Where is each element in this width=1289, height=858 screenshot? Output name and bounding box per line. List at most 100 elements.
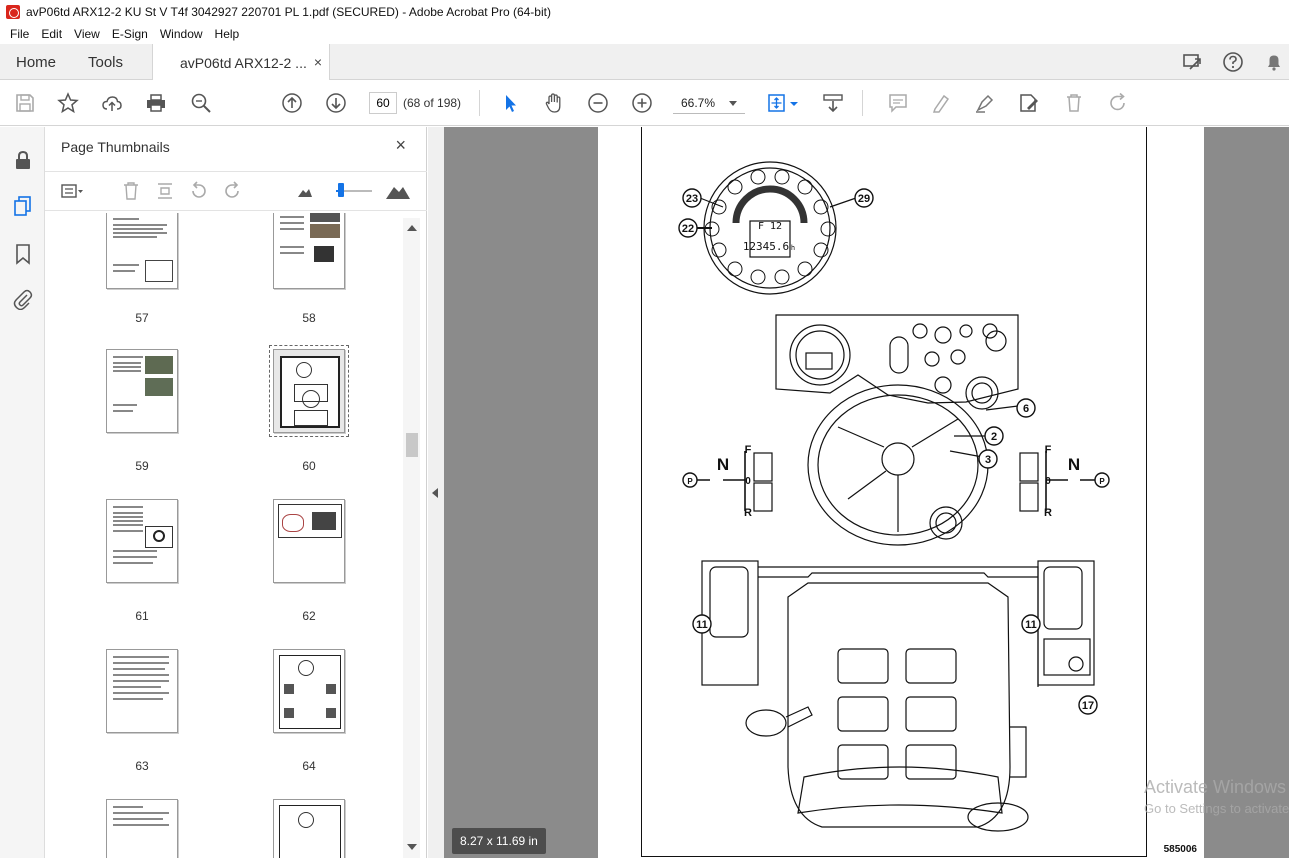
thumbnail-list: 57 58 59 60 61 62 63 64 bbox=[45, 213, 403, 858]
thumbnail-label-59: 59 bbox=[135, 459, 149, 473]
rotate-left-icon[interactable] bbox=[189, 181, 209, 201]
highlight-pen-icon[interactable] bbox=[930, 92, 952, 114]
collapse-panel-handle[interactable] bbox=[428, 127, 444, 858]
shift-label-0-right: 0 bbox=[1045, 476, 1051, 487]
delete-page-icon[interactable] bbox=[121, 181, 141, 201]
shift-label-r-left: R bbox=[744, 507, 752, 519]
menu-bar: File Edit View E-Sign Window Help bbox=[0, 24, 1289, 44]
lock-icon[interactable] bbox=[12, 149, 34, 171]
menu-help[interactable]: Help bbox=[209, 27, 246, 41]
shift-label-f-left: F bbox=[745, 444, 752, 456]
close-panel-icon[interactable]: × bbox=[395, 135, 406, 156]
page-thumbnails-panel: Page Thumbnails × 57 58 59 60 61 62 63 6… bbox=[45, 127, 427, 858]
large-thumbnails-icon[interactable] bbox=[385, 181, 411, 201]
thumbnail-page-59[interactable] bbox=[106, 349, 178, 433]
acrobat-logo-icon bbox=[6, 5, 20, 19]
cluster-gear-readout: F 12 bbox=[758, 221, 782, 232]
hand-tool-icon[interactable] bbox=[543, 92, 565, 114]
fit-dropdown-icon[interactable] bbox=[789, 92, 799, 114]
callout-17: 17 bbox=[1082, 700, 1094, 712]
thumbnail-page-62[interactable] bbox=[273, 499, 345, 583]
callout-3: 3 bbox=[985, 454, 991, 466]
scroll-up-icon[interactable] bbox=[407, 225, 417, 231]
slider-handle[interactable] bbox=[338, 183, 344, 197]
operator-controls-diagram: 23 29 22 6 2 3 11 11 17 F N 0 R P F N 0 … bbox=[678, 161, 1110, 832]
zoom-in-icon[interactable] bbox=[631, 92, 653, 114]
callout-6: 6 bbox=[1023, 403, 1029, 415]
upload-cloud-icon[interactable] bbox=[101, 92, 123, 114]
callout-22: 22 bbox=[682, 223, 694, 235]
thumbnail-page-60[interactable] bbox=[269, 345, 349, 437]
thumbnail-page-61[interactable] bbox=[106, 499, 178, 583]
thumbnail-options-icon[interactable] bbox=[61, 181, 83, 201]
callout-11-right: 11 bbox=[1025, 619, 1037, 631]
thumbnail-page-65[interactable] bbox=[106, 799, 178, 858]
menu-view[interactable]: View bbox=[68, 27, 106, 41]
save-icon[interactable] bbox=[14, 92, 36, 114]
thumbnail-page-66[interactable] bbox=[273, 799, 345, 858]
tab-document[interactable]: avP06td ARX12-2 ... × bbox=[152, 44, 330, 81]
document-viewer[interactable]: 23 29 22 6 2 3 11 11 17 F N 0 R P F N 0 … bbox=[444, 127, 1289, 858]
thumbnail-page-63[interactable] bbox=[106, 649, 178, 733]
scrollbar-thumb[interactable] bbox=[406, 433, 418, 457]
zoom-search-icon[interactable] bbox=[190, 92, 212, 114]
page-number-input[interactable] bbox=[369, 92, 397, 114]
delete-icon[interactable] bbox=[1063, 92, 1085, 114]
shift-label-n-left: N bbox=[717, 455, 729, 474]
share-screen-icon[interactable] bbox=[1181, 51, 1203, 73]
activate-windows-hint: Go to Settings to activate Windows. bbox=[1144, 801, 1289, 816]
tab-home[interactable]: Home bbox=[16, 44, 56, 80]
page-count: (68 of 198) bbox=[403, 96, 462, 110]
notification-bell-icon[interactable] bbox=[1263, 51, 1285, 73]
page-thumbnails-icon[interactable] bbox=[12, 195, 34, 217]
bookmark-icon[interactable] bbox=[12, 243, 34, 265]
thumbnail-page-64[interactable] bbox=[273, 649, 345, 733]
previous-page-icon[interactable] bbox=[281, 92, 303, 114]
thumbnail-label-57: 57 bbox=[135, 311, 149, 325]
thumbnail-label-64: 64 bbox=[302, 759, 316, 773]
bookmark-star-icon[interactable] bbox=[57, 92, 79, 114]
menu-file[interactable]: File bbox=[4, 27, 35, 41]
callout-11-left: 11 bbox=[696, 619, 708, 631]
fit-page-icon[interactable] bbox=[766, 92, 788, 114]
chevron-down-icon bbox=[729, 101, 737, 106]
shift-label-r-right: R bbox=[1044, 507, 1052, 519]
draw-sign-icon[interactable] bbox=[974, 92, 996, 114]
zoom-level-value: 66.7% bbox=[681, 96, 716, 110]
select-cursor-icon[interactable] bbox=[499, 92, 521, 114]
callout-29: 29 bbox=[858, 193, 870, 205]
tab-document-label: avP06td ARX12-2 ... bbox=[180, 54, 307, 71]
scroll-down-icon[interactable] bbox=[407, 844, 417, 850]
cluster-hours-unit: h bbox=[791, 244, 795, 252]
activate-windows-watermark: Activate Windows bbox=[1144, 777, 1287, 797]
thumbnail-label-63: 63 bbox=[135, 759, 149, 773]
help-icon[interactable] bbox=[1222, 51, 1244, 73]
page-size-badge: 8.27 x 11.69 in bbox=[452, 828, 546, 854]
left-navigation-rail bbox=[0, 127, 45, 858]
zoom-out-icon[interactable] bbox=[587, 92, 609, 114]
next-page-icon[interactable] bbox=[325, 92, 347, 114]
thumbnail-scrollbar[interactable] bbox=[403, 218, 420, 858]
print-icon[interactable] bbox=[145, 92, 167, 114]
thumbnail-size-slider[interactable] bbox=[336, 183, 372, 197]
tab-tools[interactable]: Tools bbox=[88, 44, 123, 80]
attachment-paperclip-icon[interactable] bbox=[12, 288, 34, 310]
main-toolbar bbox=[0, 80, 1289, 126]
small-thumbnails-icon[interactable] bbox=[297, 181, 313, 201]
menu-window[interactable]: Window bbox=[154, 27, 209, 41]
rotate-right-icon[interactable] bbox=[222, 181, 242, 201]
callout-23: 23 bbox=[686, 193, 698, 205]
scroll-mode-icon[interactable] bbox=[822, 92, 844, 114]
comment-icon[interactable] bbox=[887, 92, 909, 114]
window-title: avP06td ARX12-2 KU St V T4f 3042927 2207… bbox=[26, 5, 551, 19]
thumbnail-page-58[interactable] bbox=[273, 213, 345, 289]
menu-esign[interactable]: E-Sign bbox=[106, 27, 154, 41]
redo-icon[interactable] bbox=[1107, 92, 1129, 114]
edit-pdf-icon[interactable] bbox=[1018, 92, 1040, 114]
close-tab-icon[interactable]: × bbox=[314, 54, 322, 70]
menu-edit[interactable]: Edit bbox=[35, 27, 68, 41]
extract-pages-icon[interactable] bbox=[155, 181, 175, 201]
thumbnail-label-58: 58 bbox=[302, 311, 316, 325]
zoom-level-select[interactable]: 66.7% bbox=[673, 92, 745, 114]
thumbnail-page-57[interactable] bbox=[106, 213, 178, 289]
